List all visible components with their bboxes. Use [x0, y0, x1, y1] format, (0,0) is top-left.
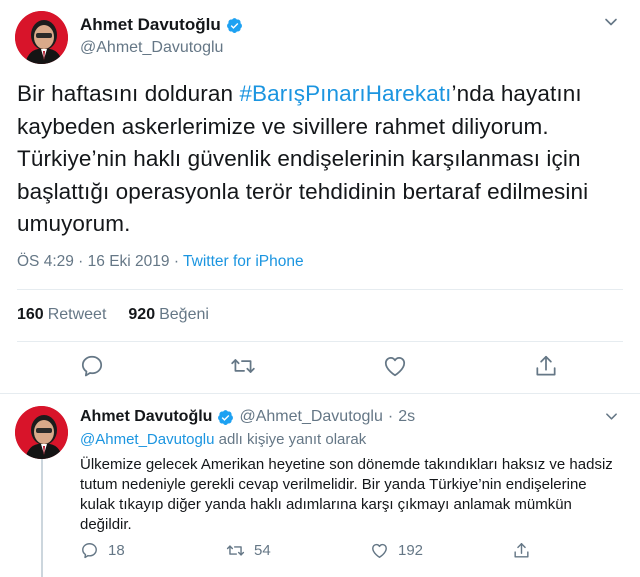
tweet-text: Ülkemize gelecek Amerikan heyetine son d…: [80, 456, 613, 533]
tweet-stats: 160 Retweet 920 Beğeni: [17, 306, 209, 324]
tweet-thread: Ahmet Davutoğlu @Ahmet_Davutoglu Bir haf…: [0, 0, 640, 577]
like-icon: [372, 543, 387, 558]
like-count: 192: [398, 542, 424, 559]
avatar-portrait-icon: [15, 406, 68, 459]
avatar[interactable]: [15, 406, 68, 459]
verified-badge-icon: [226, 17, 242, 33]
like-button[interactable]: [382, 353, 408, 379]
avatar[interactable]: [15, 11, 68, 64]
chevron-down-icon[interactable]: [605, 410, 618, 423]
reply-button[interactable]: [79, 353, 105, 379]
retweet-count: 160: [17, 306, 44, 323]
retweet-button[interactable]: [230, 353, 256, 379]
separator-dot: ·: [387, 408, 394, 425]
hashtag-link[interactable]: #BarışPınarıHarekatı: [239, 81, 451, 106]
retweet-button[interactable]: 54: [226, 541, 271, 560]
retweet-count: 54: [254, 542, 271, 559]
share-icon: [514, 543, 529, 558]
share-button[interactable]: [533, 353, 559, 379]
share-button[interactable]: [512, 541, 531, 560]
like-count: 920: [128, 306, 156, 323]
verified-badge-icon: [218, 409, 234, 425]
like-stat[interactable]: 920 Beğeni: [128, 306, 209, 324]
reply-icon: [81, 355, 103, 377]
chevron-down-icon[interactable]: [604, 15, 618, 29]
avatar-portrait-icon: [15, 11, 68, 64]
tweet-text: Bir haftasını dolduran #BarışPınarıHarek…: [17, 78, 627, 241]
tweet-source-link[interactable]: Twitter for iPhone: [183, 253, 304, 270]
tweet-text-before: Bir haftasını dolduran: [17, 81, 240, 106]
reply-icon: [82, 543, 97, 559]
tweet-meta: ÖS 4:29 · 16 Eki 2019 · Twitter for iPho…: [17, 253, 304, 271]
thread-line: [41, 457, 43, 577]
retweet-label: Retweet: [47, 306, 107, 323]
retweet-icon: [226, 545, 245, 556]
retweet-icon: [231, 359, 255, 373]
reply-header: Ahmet Davutoğlu @Ahmet_Davutoglu · 2s: [80, 408, 415, 426]
author-handle[interactable]: @Ahmet_Davutoglu: [80, 39, 223, 57]
author-name[interactable]: Ahmet Davutoğlu: [80, 408, 212, 426]
share-icon: [536, 355, 556, 376]
tweet-actions: [0, 353, 640, 383]
author-handle[interactable]: @Ahmet_Davutoglu: [239, 408, 382, 426]
reply-tweet[interactable]: Ahmet Davutoğlu @Ahmet_Davutoglu · 2s @A…: [0, 394, 640, 577]
like-icon: [384, 357, 406, 377]
like-button[interactable]: 192: [370, 541, 423, 560]
mention-link[interactable]: @Ahmet_Davutoglu: [80, 431, 214, 448]
reply-context: @Ahmet_Davutoglu adlı kişiye yanıt olara…: [80, 431, 366, 448]
like-label: Beğeni: [159, 306, 209, 323]
reply-context-text: adlı kişiye yanıt olarak: [214, 431, 367, 448]
tweet-timestamp[interactable]: 2s: [398, 408, 415, 426]
author-name[interactable]: Ahmet Davutoğlu: [80, 15, 243, 35]
reply-count: 18: [108, 542, 125, 559]
tweet-actions: 18 54 192: [80, 541, 620, 565]
main-tweet: Ahmet Davutoğlu @Ahmet_Davutoglu Bir haf…: [0, 0, 640, 393]
reply-button[interactable]: 18: [80, 541, 125, 560]
tweet-timestamp[interactable]: ÖS 4:29 · 16 Eki 2019 ·: [17, 253, 183, 270]
divider: [17, 341, 623, 342]
retweet-stat[interactable]: 160 Retweet: [17, 306, 106, 324]
divider: [17, 289, 623, 290]
author-name-text: Ahmet Davutoğlu: [80, 15, 221, 34]
